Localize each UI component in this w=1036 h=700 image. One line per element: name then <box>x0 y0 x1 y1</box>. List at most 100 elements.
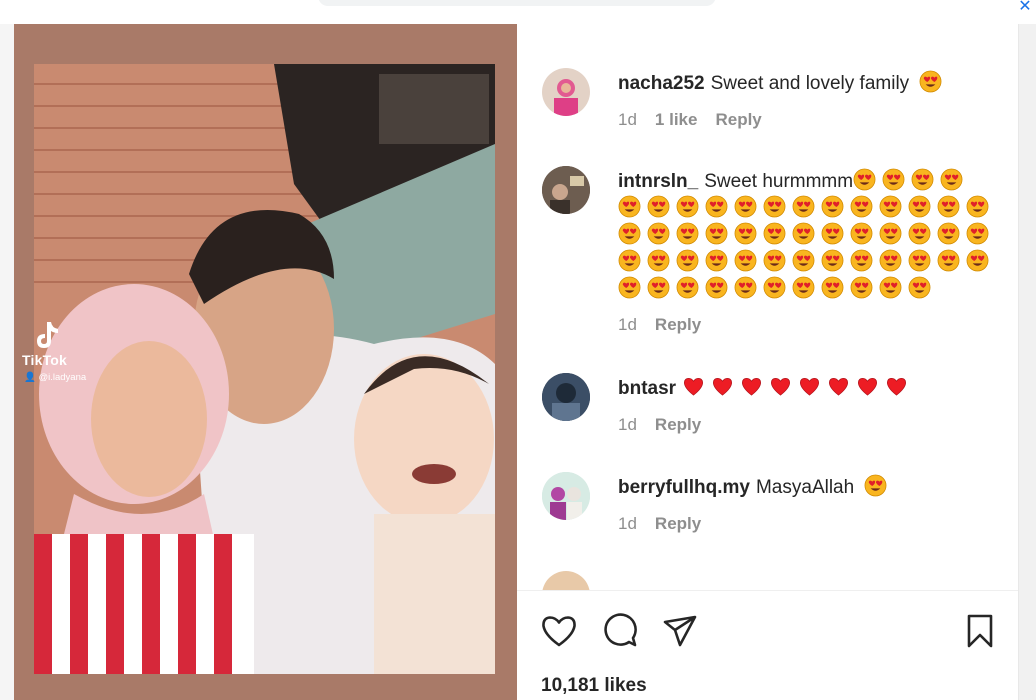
reply-button[interactable]: Reply <box>655 415 701 434</box>
heart-eyes-emoji-icon <box>792 195 815 218</box>
bookmark-icon[interactable] <box>960 611 1000 651</box>
comment-body: Sweet and lovely family <box>710 73 910 94</box>
comment-time: 1d <box>618 315 637 334</box>
browser-top-bar: ✕ <box>0 0 1036 25</box>
heart-eyes-emoji-icon <box>734 222 757 245</box>
avatar[interactable] <box>542 373 590 421</box>
tiktok-logo-icon <box>37 322 58 348</box>
heart-eyes-emoji-icon <box>850 276 873 299</box>
comment-time: 1d <box>618 514 637 533</box>
comment-body: Sweet hurmmmm <box>704 171 854 192</box>
heart-eyes-emoji-icon <box>618 249 641 272</box>
heart-eyes-emoji-icon <box>705 195 728 218</box>
red-heart-emoji-icon <box>798 375 821 398</box>
heart-eyes-emoji-icon <box>676 276 699 299</box>
avatar[interactable] <box>542 571 590 590</box>
heart-icon[interactable] <box>539 611 579 651</box>
avatar[interactable] <box>542 68 590 116</box>
comment-username[interactable]: bntasr <box>618 378 676 399</box>
family-photo <box>34 64 495 674</box>
comment-username[interactable]: nacha252 <box>618 73 705 94</box>
reply-button[interactable]: Reply <box>655 315 701 334</box>
heart-eyes-emoji-icon <box>864 474 887 497</box>
post-actions: 10,181 likes <box>517 591 1018 700</box>
comment-meta: 1d Reply <box>618 315 719 335</box>
comment-meta: 1d Reply <box>618 415 719 435</box>
heart-eyes-emoji-icon <box>966 222 989 245</box>
red-heart-emoji-icon <box>740 375 763 398</box>
heart-eyes-emoji-icon <box>763 249 786 272</box>
heart-eyes-emoji-icon <box>966 195 989 218</box>
comment-username[interactable]: berryfullhq.my <box>618 477 750 498</box>
heart-eyes-emoji-icon <box>763 276 786 299</box>
heart-eyes-emoji-icon <box>647 249 670 272</box>
heart-eyes-emoji-icon <box>618 195 641 218</box>
share-icon[interactable] <box>660 611 700 651</box>
tiktok-handle: 👤 @i.ladyana <box>24 372 87 383</box>
scrollbar[interactable] <box>1018 24 1036 700</box>
reply-button[interactable]: Reply <box>655 514 701 533</box>
heart-eyes-emoji-icon <box>792 222 815 245</box>
heart-eyes-emoji-icon <box>879 249 902 272</box>
heart-eyes-emoji-icon <box>850 195 873 218</box>
red-heart-emoji-icon <box>856 375 879 398</box>
address-bar[interactable] <box>318 0 716 6</box>
avatar[interactable] <box>542 472 590 520</box>
comment-meta: 1d 1 like Reply <box>618 110 780 130</box>
heart-eyes-emoji-icon <box>908 222 931 245</box>
heart-eyes-emoji-icon <box>676 195 699 218</box>
heart-eyes-emoji-icon <box>879 195 902 218</box>
heart-eyes-emoji-icon <box>792 276 815 299</box>
heart-eyes-emoji-icon <box>792 249 815 272</box>
post-media[interactable]: TikTok 👤 @i.ladyana <box>14 24 517 700</box>
heart-eyes-emoji-icon <box>908 195 931 218</box>
heart-eyes-emoji-icon <box>821 249 844 272</box>
heart-eyes-emoji-icon <box>705 276 728 299</box>
comment-likes[interactable]: 1 like <box>655 110 698 129</box>
heart-eyes-emoji-icon <box>734 249 757 272</box>
reply-button[interactable]: Reply <box>715 110 761 129</box>
comment-text: bntasr <box>618 375 1003 402</box>
comment-username[interactable]: intnrsln_ <box>618 171 698 192</box>
heart-eyes-emoji-icon <box>937 195 960 218</box>
heart-eyes-emoji-icon <box>647 195 670 218</box>
comment-meta: 1d Reply <box>618 514 719 534</box>
red-heart-emoji-icon <box>885 375 908 398</box>
heart-eyes-emoji-icon <box>705 249 728 272</box>
heart-eyes-emoji-icon <box>647 276 670 299</box>
heart-eyes-emoji-icon <box>676 249 699 272</box>
likes-count[interactable]: 10,181 likes <box>541 675 647 697</box>
heart-eyes-emoji-icon <box>853 168 876 191</box>
comment-time: 1d <box>618 415 637 434</box>
heart-eyes-emoji-icon <box>705 222 728 245</box>
avatar[interactable] <box>542 166 590 214</box>
heart-eyes-emoji-icon <box>937 222 960 245</box>
close-icon[interactable]: ✕ <box>1014 0 1036 16</box>
heart-eyes-emoji-icon <box>850 249 873 272</box>
heart-eyes-emoji-icon <box>676 222 699 245</box>
heart-eyes-emoji-icon <box>937 249 960 272</box>
comments-list[interactable]: nacha252 Sweet and lovely family 1d 1 like… <box>517 24 1018 590</box>
comment-text: nacha252 Sweet and lovely family <box>618 70 1003 97</box>
heart-eyes-emoji-icon <box>908 249 931 272</box>
heart-eyes-emoji-icon <box>734 276 757 299</box>
comment-icon[interactable] <box>600 611 640 651</box>
red-heart-emoji-icon <box>711 375 734 398</box>
heart-eyes-emoji-icon <box>879 222 902 245</box>
red-heart-emoji-icon <box>682 375 705 398</box>
heart-eyes-emoji-icon <box>908 276 931 299</box>
heart-eyes-emoji-icon <box>879 276 902 299</box>
comment-time: 1d <box>618 110 637 129</box>
heart-eyes-emoji-icon <box>966 249 989 272</box>
comment-text: berryfullhq.my MasyaAllah <box>618 474 1003 501</box>
heart-eyes-emoji-icon <box>734 195 757 218</box>
heart-eyes-emoji-icon <box>647 222 670 245</box>
heart-eyes-emoji-icon <box>940 168 963 191</box>
heart-eyes-emoji-icon <box>618 222 641 245</box>
heart-eyes-emoji-icon <box>919 70 942 93</box>
comment-text: intnrsln_ Sweet hurmmmm <box>618 168 1003 303</box>
heart-eyes-emoji-icon <box>882 168 905 191</box>
heart-eyes-emoji-icon <box>911 168 934 191</box>
heart-eyes-emoji-icon <box>763 195 786 218</box>
heart-eyes-emoji-icon <box>821 222 844 245</box>
